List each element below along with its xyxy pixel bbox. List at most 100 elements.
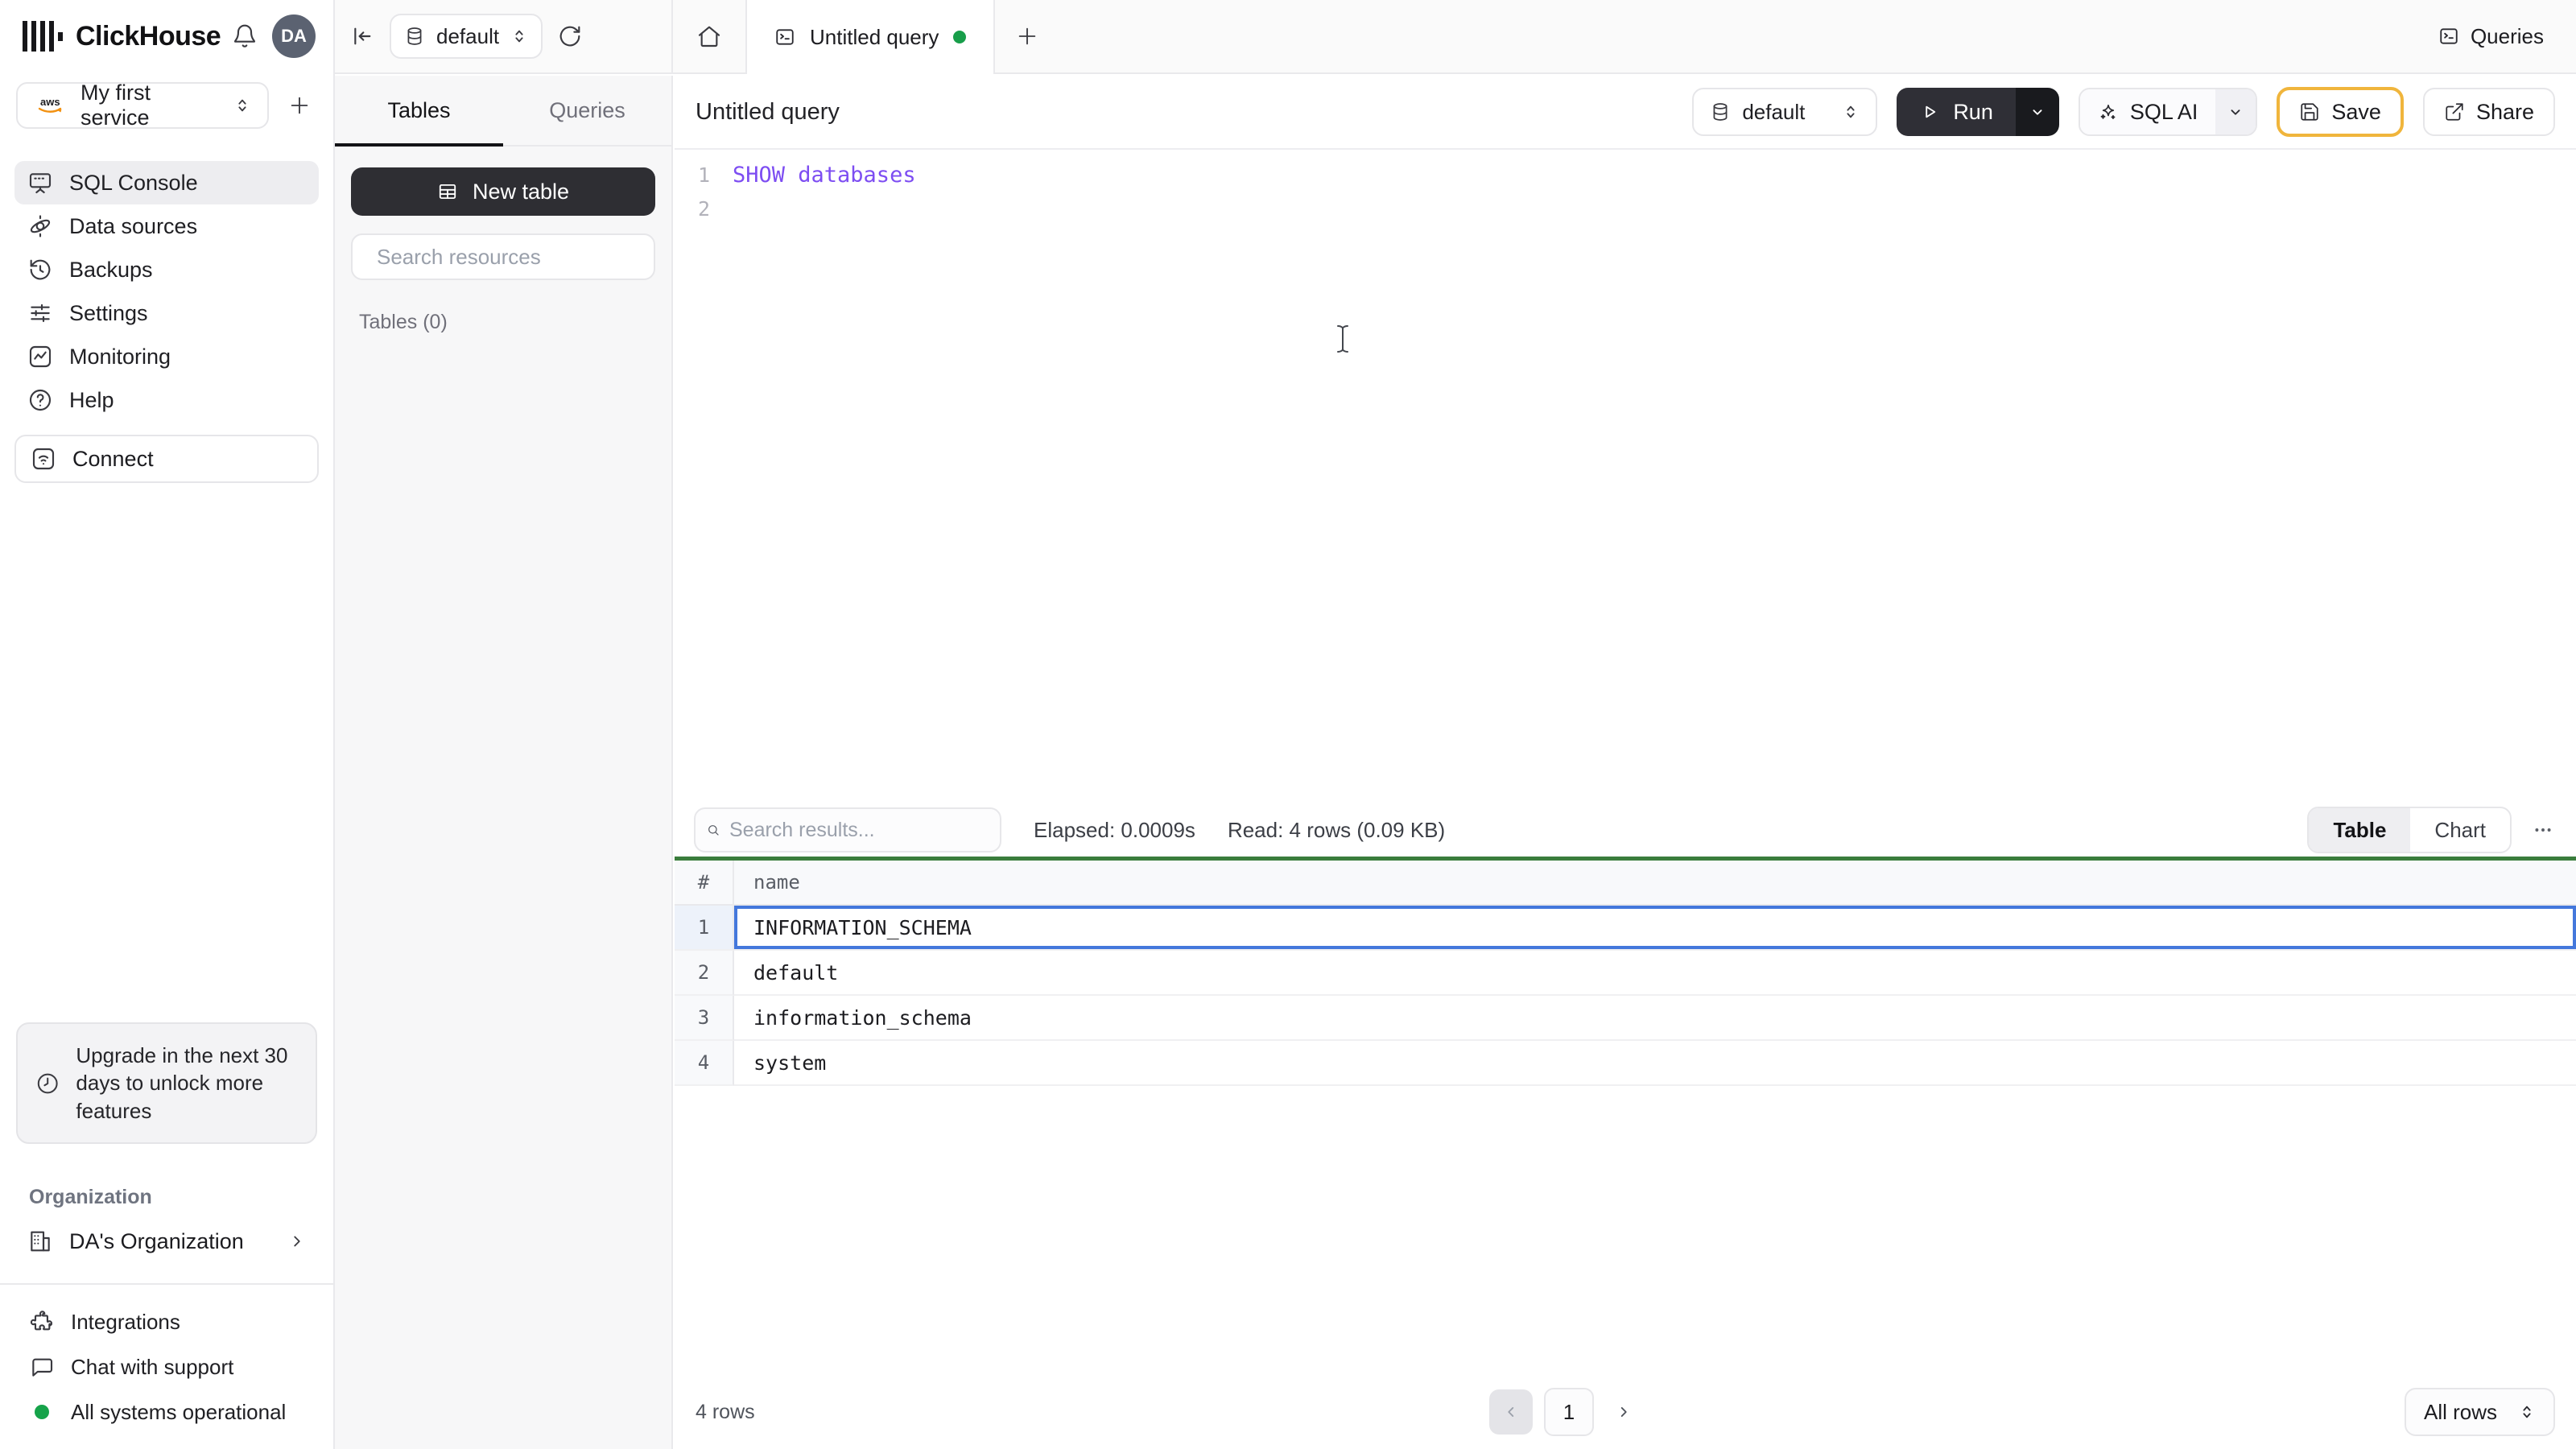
help-icon <box>29 389 52 411</box>
table-cell[interactable]: default <box>734 951 2576 996</box>
save-icon <box>2301 103 2319 121</box>
connect-icon <box>32 448 55 470</box>
chevrons-updown-icon <box>238 99 246 112</box>
sidebar-item-label: SQL Console <box>69 170 198 195</box>
row-number: 1 <box>675 906 734 951</box>
table-cell[interactable]: information_schema <box>734 996 2576 1041</box>
search-icon <box>708 825 719 836</box>
query-title[interactable]: Untitled query <box>696 99 840 126</box>
upgrade-notice[interactable]: Upgrade in the next 30 days to unlock mo… <box>16 1022 317 1144</box>
chat-support-link[interactable]: Chat with support <box>29 1352 319 1381</box>
current-page-button[interactable]: 1 <box>1544 1388 1594 1436</box>
sidebar-item-settings[interactable]: Settings <box>14 291 319 335</box>
table-cell[interactable]: INFORMATION_SCHEMA <box>734 906 2576 951</box>
table-icon <box>439 184 456 200</box>
read-stat: Read: 4 rows (0.09 KB) <box>1227 817 1446 842</box>
editor-header: Untitled query default Run SQL AI Save S… <box>675 76 2576 150</box>
connect-button[interactable]: Connect <box>14 435 319 483</box>
upgrade-notice-text: Upgrade in the next 30 days to unlock mo… <box>76 1043 288 1123</box>
save-button[interactable]: Save <box>2277 87 2404 137</box>
service-row: aws My first service <box>0 80 333 130</box>
sidebar-item-label: Data sources <box>69 213 198 238</box>
home-tab-button[interactable] <box>673 0 745 72</box>
clickhouse-logo[interactable]: ClickHouse <box>23 20 221 52</box>
resource-explorer: Tables Queries New table Tables (0) <box>335 76 673 1449</box>
view-chart-tab[interactable]: Chart <box>2410 808 2510 852</box>
text-cursor-icon <box>1337 325 1348 353</box>
sidebar-item-help[interactable]: Help <box>14 378 319 422</box>
organization-section-label: Organization <box>29 1186 152 1208</box>
share-button[interactable]: Share <box>2422 88 2555 136</box>
database-name: default <box>1742 99 1806 124</box>
terminal-icon <box>2440 28 2458 44</box>
sidebar-item-monitoring[interactable]: Monitoring <box>14 335 319 378</box>
previous-page-button[interactable] <box>1489 1389 1533 1435</box>
row-number: 3 <box>675 996 734 1041</box>
unsaved-dot-icon <box>953 31 967 43</box>
line-number: 1 <box>697 163 710 187</box>
sql-ai-button[interactable]: SQL AI <box>2079 89 2216 134</box>
top-tab-strip: default Untitled query Queries <box>335 0 2576 74</box>
terminal-icon <box>776 29 794 45</box>
code-line: 2 <box>675 192 2576 225</box>
avatar[interactable]: DA <box>272 14 316 58</box>
page-size-value: All rows <box>2423 1399 2497 1424</box>
monitoring-chart-icon <box>29 345 52 368</box>
sidebar-item-sql-console[interactable]: SQL Console <box>14 161 319 204</box>
notifications-bell-icon[interactable] <box>232 23 258 49</box>
organization-row[interactable]: DA's Organization <box>14 1219 319 1264</box>
refresh-icon[interactable] <box>557 23 583 49</box>
new-table-button[interactable]: New table <box>351 167 655 216</box>
sidebar-item-label: Help <box>69 387 114 412</box>
database-selector-topbar[interactable]: default <box>390 14 543 59</box>
database-icon <box>1713 103 1728 121</box>
page-size-selector[interactable]: All rows <box>2404 1388 2555 1436</box>
organization-name: DA's Organization <box>69 1228 244 1253</box>
sql-ai-label: SQL AI <box>2129 99 2198 124</box>
tab-tables[interactable]: Tables <box>335 76 503 147</box>
sparkles-icon <box>2100 105 2116 119</box>
app-title: ClickHouse <box>76 20 221 52</box>
sidebar-item-backups[interactable]: Backups <box>14 248 319 291</box>
run-options-button[interactable] <box>2015 88 2059 136</box>
data-sources-icon <box>30 215 51 237</box>
column-header-index: # <box>675 861 734 906</box>
database-selector-toolbar[interactable]: default <box>1692 88 1878 136</box>
results-search-input[interactable] <box>729 818 989 842</box>
code-line: 1 SHOW databases <box>675 158 2576 192</box>
clickhouse-logo-icon <box>23 20 63 52</box>
sidebar-item-label: Settings <box>69 300 148 325</box>
sql-ai-options-button[interactable] <box>2215 89 2256 134</box>
sql-editor[interactable]: 1 SHOW databases 2 <box>675 150 2576 803</box>
tab-area: Untitled query Queries <box>673 0 2576 74</box>
table-cell[interactable]: system <box>734 1041 2576 1086</box>
more-options-icon[interactable] <box>2533 819 2553 840</box>
service-selector[interactable]: aws My first service <box>16 80 269 130</box>
results-toolbar: Elapsed: 0.0009s Read: 4 rows (0.09 KB) … <box>675 803 2576 857</box>
collapse-panel-icon[interactable] <box>349 23 375 49</box>
table-row: 2 default <box>675 951 2576 996</box>
row-number: 4 <box>675 1041 734 1086</box>
view-table-tab[interactable]: Table <box>2309 808 2411 852</box>
clock-icon <box>37 1073 58 1093</box>
table-row: 1 INFORMATION_SCHEMA <box>675 906 2576 951</box>
backups-history-icon <box>30 259 51 280</box>
column-header-name[interactable]: name <box>734 861 2576 906</box>
puzzle-icon <box>30 1311 53 1331</box>
aws-icon: aws <box>38 96 62 113</box>
tab-untitled-query[interactable]: Untitled query <box>745 0 996 74</box>
connect-label: Connect <box>72 446 154 471</box>
sidebar-nav: SQL Console Data sources Backups Setting… <box>0 161 333 422</box>
next-page-button[interactable] <box>1605 1389 1642 1435</box>
sidebar-item-data-sources[interactable]: Data sources <box>14 204 319 248</box>
new-tab-button[interactable] <box>995 0 1059 72</box>
tab-queries[interactable]: Queries <box>503 76 671 145</box>
add-service-button[interactable] <box>282 88 317 123</box>
integrations-link[interactable]: Integrations <box>29 1307 319 1336</box>
system-status[interactable]: All systems operational <box>29 1397 319 1426</box>
queries-button[interactable]: Queries <box>2438 0 2544 72</box>
results-footer: 4 rows 1 All rows <box>675 1375 2576 1449</box>
resource-search-input[interactable] <box>377 244 646 270</box>
chevrons-updown-icon <box>2523 1406 2531 1418</box>
run-button[interactable]: Run <box>1897 88 2016 136</box>
